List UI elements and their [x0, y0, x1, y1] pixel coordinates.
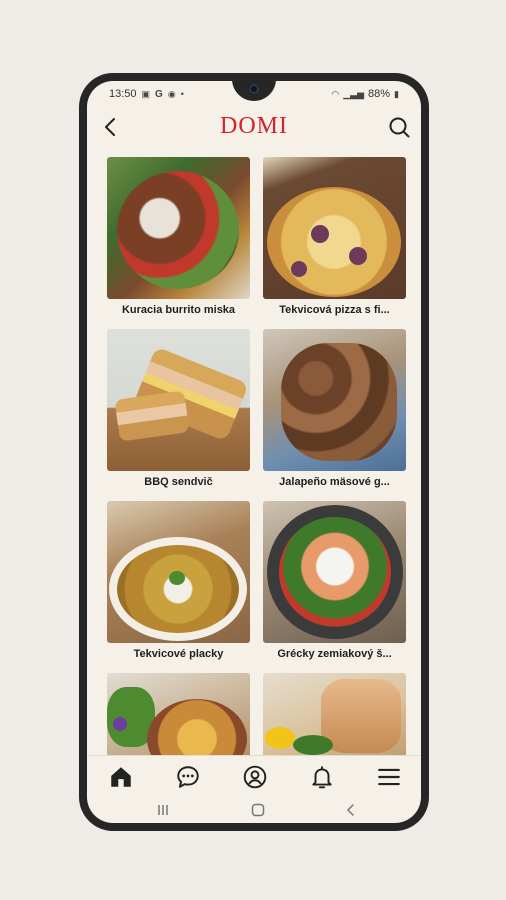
recipe-card[interactable]: Grécky zemiakový š... [263, 501, 406, 661]
image-notification-icon: ▣ [141, 88, 151, 99]
battery-icon: ▮ [394, 88, 399, 99]
recipe-card[interactable]: Tekvicové placky [107, 501, 250, 661]
recipe-image [263, 673, 406, 755]
system-navigation-bar [87, 797, 421, 823]
phone-frame: 13:50 ▣ G ◉ • ◠ ▁▃▅ 88% ▮ DOMI Kuracia b… [79, 73, 429, 831]
recipe-card[interactable]: Jalapeño mäsové g... [263, 329, 406, 489]
chat-icon[interactable] [175, 764, 201, 790]
status-time: 13:50 [109, 88, 137, 100]
recipe-image [107, 673, 250, 755]
dot-icon: • [180, 89, 184, 99]
recipe-grid: Kuracia burrito miska Tekvicová pizza s … [107, 157, 407, 755]
recipe-image [263, 501, 406, 643]
home-icon[interactable] [108, 764, 134, 790]
recipe-title: Grécky zemiakový š... [277, 648, 392, 660]
recipe-title: BBQ sendvič [144, 476, 213, 488]
app-logo: DOMI [220, 113, 288, 139]
bell-icon[interactable] [309, 764, 335, 790]
wifi-icon: ◠ [331, 88, 340, 99]
profile-icon[interactable] [242, 764, 268, 790]
recipe-card[interactable]: Tekvicová pizza s fi... [263, 157, 406, 317]
app-notification-icon: ◉ [167, 88, 176, 99]
app-header: DOMI [87, 107, 421, 147]
bottom-navigation [87, 755, 421, 798]
recipe-card[interactable] [263, 673, 406, 755]
recipe-card[interactable]: Kuracia burrito miska [107, 157, 250, 317]
recipe-card[interactable] [107, 673, 250, 755]
system-back-icon[interactable] [342, 801, 360, 819]
recipe-image [263, 157, 406, 299]
signal-icon: ▁▃▅ [343, 88, 365, 99]
google-notification-icon: G [155, 88, 163, 100]
recipe-title: Tekvicové placky [133, 648, 224, 660]
search-icon[interactable] [387, 115, 411, 139]
front-camera [249, 84, 259, 94]
recipe-image [107, 329, 250, 471]
menu-icon[interactable] [376, 764, 402, 790]
recipe-image [107, 157, 250, 299]
battery-level: 88% [368, 88, 391, 100]
recipe-title: Tekvicová pizza s fi... [279, 304, 390, 316]
recipe-card[interactable]: BBQ sendvič [107, 329, 250, 489]
system-home-icon[interactable] [249, 801, 267, 819]
recent-apps-icon[interactable] [154, 801, 172, 819]
app-screen: 13:50 ▣ G ◉ • ◠ ▁▃▅ 88% ▮ DOMI Kuracia b… [87, 81, 421, 823]
recipe-image [263, 329, 406, 471]
recipe-title: Jalapeño mäsové g... [279, 476, 390, 488]
recipe-feed[interactable]: Kuracia burrito miska Tekvicová pizza s … [87, 147, 421, 755]
recipe-title: Kuracia burrito miska [121, 304, 236, 316]
recipe-image [107, 501, 250, 643]
